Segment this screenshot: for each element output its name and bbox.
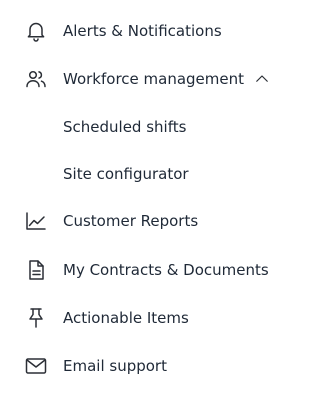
menu-item-label: Actionable Items (63, 309, 189, 327)
submenu-item-site-configurator[interactable]: Site configurator (0, 154, 299, 194)
submenu-item-scheduled-shifts[interactable]: Scheduled shifts (0, 107, 299, 147)
menu-item-workforce-management[interactable]: Workforce management (0, 59, 299, 99)
submenu-item-label: Site configurator (63, 165, 189, 183)
menu-item-customer-reports[interactable]: Customer Reports (0, 201, 299, 241)
menu-item-alerts[interactable]: Alerts & Notifications (0, 11, 299, 51)
menu-item-label: Customer Reports (63, 212, 199, 230)
menu-item-label: Alerts & Notifications (63, 22, 222, 40)
menu-item-contracts-documents[interactable]: My Contracts & Documents (0, 250, 299, 290)
chevron-up-icon[interactable] (250, 67, 274, 91)
submenu-item-label: Scheduled shifts (63, 118, 187, 136)
menu-item-label: Workforce management (63, 70, 245, 88)
users-icon (24, 67, 48, 91)
sidebar-menu: Alerts & Notifications Workforce managem… (0, 0, 299, 396)
mail-icon (24, 354, 48, 378)
menu-item-label: Email support (63, 357, 167, 375)
bell-icon (24, 19, 48, 43)
document-icon (24, 258, 48, 282)
menu-item-email-support[interactable]: Email support (0, 346, 299, 386)
menu-item-label: My Contracts & Documents (63, 261, 269, 279)
chart-line-icon (24, 209, 48, 233)
pin-icon (24, 306, 48, 330)
menu-item-actionable-items[interactable]: Actionable Items (0, 298, 299, 338)
